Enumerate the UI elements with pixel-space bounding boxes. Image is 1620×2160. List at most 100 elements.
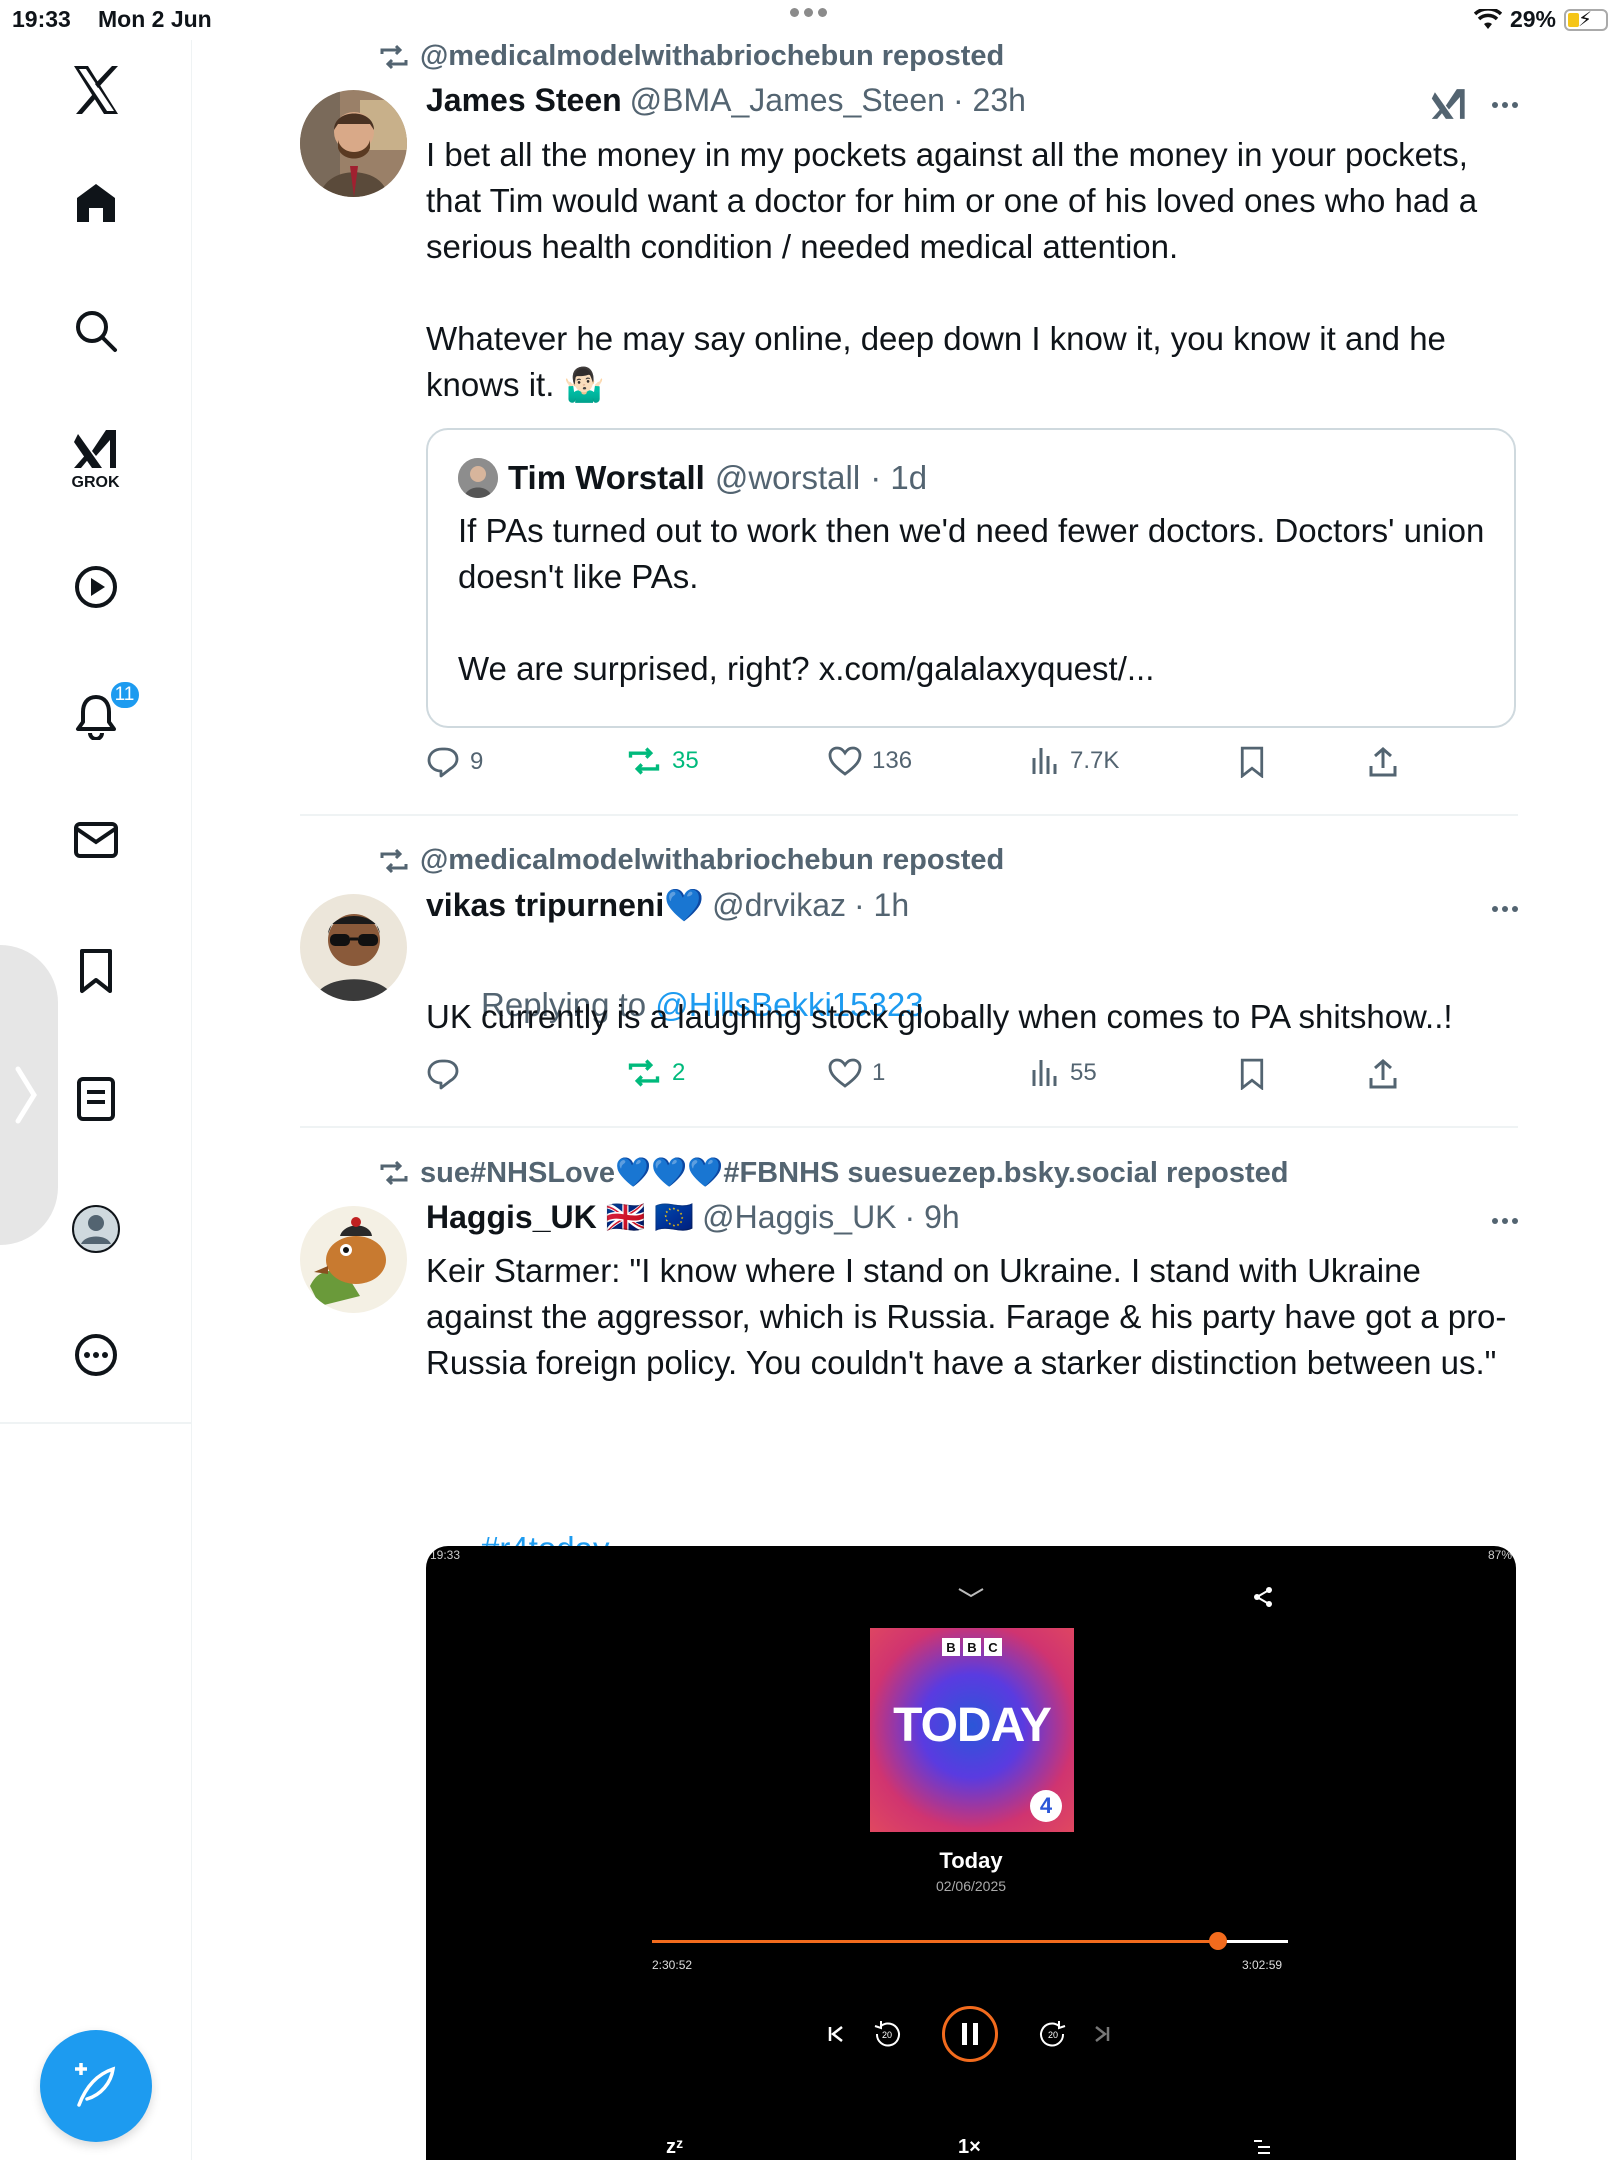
media-status-battery: 87% xyxy=(1487,1548,1512,1562)
quoted-post-time: · 1d xyxy=(870,459,928,496)
author-name[interactable]: Haggis_UK 🇬🇧 🇪🇺 xyxy=(426,1198,694,1236)
rewind-button[interactable]: 20 xyxy=(872,2006,902,2062)
repost-indicator: @medicalmodelwithabriochebun reposted xyxy=(378,844,1004,877)
sidebar-item-more[interactable] xyxy=(73,1332,119,1378)
views-button[interactable]: 7.7K xyxy=(1030,746,1119,776)
avatar-vikas-tripurneni[interactable] xyxy=(300,894,407,1001)
playback-progress-bar[interactable] xyxy=(652,1932,1288,1950)
more-circle-icon xyxy=(74,1334,117,1376)
post-divider xyxy=(300,814,1518,816)
author-handle[interactable]: @drvikaz xyxy=(712,887,846,924)
bookmark-icon xyxy=(1240,1058,1264,1090)
media-status-time: 19:33 xyxy=(430,1548,461,1562)
views-bar-chart-icon xyxy=(1032,1060,1057,1086)
progress-scrubber[interactable] xyxy=(1209,1932,1228,1950)
heart-icon xyxy=(828,1058,862,1088)
quoted-post[interactable]: Tim Worstall @worstall · 1d If PAs turne… xyxy=(426,428,1516,728)
like-button[interactable]: 1 xyxy=(828,1058,885,1088)
post-more-options-icon[interactable] xyxy=(1492,906,1518,912)
profile-avatar-icon xyxy=(71,1205,120,1253)
sidebar-item-video[interactable] xyxy=(73,564,119,610)
post-more-options-icon[interactable] xyxy=(1492,102,1518,108)
forward-button[interactable]: 20 xyxy=(1038,2006,1068,2062)
repost-icon xyxy=(628,1059,660,1087)
share-button[interactable] xyxy=(1368,746,1398,778)
share-nodes-icon[interactable] xyxy=(1252,1586,1274,1608)
battery-percent: 29% xyxy=(1509,6,1556,32)
sidebar-divider xyxy=(0,1422,192,1424)
post-time[interactable]: · 1h xyxy=(854,887,909,924)
bookmark-button[interactable] xyxy=(1238,1058,1266,1090)
sidebar-item-notifications[interactable]: 11 xyxy=(73,680,141,740)
sidebar-item-lists[interactable] xyxy=(76,1076,116,1122)
skip-previous-icon xyxy=(828,2026,843,2042)
collapse-chevron-icon[interactable] xyxy=(956,1586,986,1600)
post-time[interactable]: · 9h xyxy=(905,1199,960,1236)
avatar-james-steen[interactable] xyxy=(300,90,407,197)
author-handle[interactable]: @Haggis_UK xyxy=(702,1199,896,1236)
sleep-timer-button[interactable]: zᶻ xyxy=(666,2136,683,2159)
pause-button[interactable] xyxy=(942,2006,998,2062)
author-name[interactable]: James Steen xyxy=(426,82,622,119)
avatar-tim-worstall xyxy=(458,458,498,498)
svg-text:20: 20 xyxy=(1048,2030,1058,2040)
playback-speed-button[interactable]: 1× xyxy=(958,2136,981,2159)
post-text: UK currently is a laughing stock globall… xyxy=(426,998,1453,1035)
battery-icon: ⚡ xyxy=(1564,8,1608,31)
reply-count: 9 xyxy=(470,748,484,775)
share-icon xyxy=(1369,747,1397,777)
multitasking-dots-icon[interactable] xyxy=(790,8,827,17)
repost-count: 2 xyxy=(672,1059,686,1086)
post-divider xyxy=(300,1126,1518,1128)
sidebar-item-grok[interactable]: GROK xyxy=(72,426,120,492)
sidebar-item-profile[interactable] xyxy=(71,1204,121,1254)
sidebar-expand-handle[interactable] xyxy=(0,945,58,1245)
avatar-haggis-uk[interactable] xyxy=(300,1206,407,1313)
reply-button[interactable]: 9 xyxy=(426,746,483,778)
queue-list-icon[interactable] xyxy=(1252,2138,1272,2156)
mail-icon xyxy=(73,822,118,858)
sidebar-item-bookmarks[interactable] xyxy=(76,948,116,994)
pause-icon xyxy=(962,2023,978,2045)
quoted-post-header: Tim Worstall @worstall · 1d xyxy=(458,458,927,498)
repost-button[interactable]: 2 xyxy=(626,1058,685,1088)
search-icon xyxy=(75,311,117,352)
post-actions: 9 35 136 7.7K xyxy=(426,746,1518,786)
post-header: James Steen @BMA_James_Steen · 23h xyxy=(426,82,1026,119)
status-date: Mon 2 Jun xyxy=(98,6,212,32)
radio4-badge: 4 xyxy=(1030,1790,1062,1822)
repost-icon xyxy=(380,848,408,873)
post-header: Haggis_UK 🇬🇧 🇪🇺 @Haggis_UK · 9h xyxy=(426,1198,960,1236)
repost-button[interactable]: 35 xyxy=(626,746,699,776)
sidebar-item-home[interactable] xyxy=(73,180,119,226)
compose-feather-icon xyxy=(75,2063,116,2107)
post-more-options-icon[interactable] xyxy=(1492,1218,1518,1224)
author-name[interactable]: vikas tripurneni💙 xyxy=(426,886,704,924)
views-bar-chart-icon xyxy=(1032,748,1057,774)
heart-icon xyxy=(828,746,862,776)
repost-count: 35 xyxy=(672,747,699,774)
share-icon xyxy=(1369,1059,1397,1089)
quoted-author-handle: @worstall xyxy=(714,459,861,496)
reply-icon xyxy=(427,1059,459,1090)
skip-previous-button[interactable] xyxy=(826,2006,846,2062)
views-button[interactable]: 55 xyxy=(1030,1058,1097,1088)
skip-next-button[interactable] xyxy=(1092,2006,1112,2062)
elapsed-time: 2:30:52 xyxy=(652,1958,693,1972)
reply-button[interactable] xyxy=(426,1058,470,1090)
grok-explain-icon[interactable] xyxy=(1430,86,1468,122)
quoted-post-text: If PAs turned out to work then we'd need… xyxy=(458,512,1485,687)
post-time[interactable]: · 23h xyxy=(953,82,1026,119)
sidebar-item-messages[interactable] xyxy=(73,820,119,860)
progress-fill xyxy=(652,1940,1219,1943)
repost-icon xyxy=(380,1160,408,1186)
embedded-media-player[interactable]: 19:33 87% BBC TODAY 4 Today 02/06/2025 2… xyxy=(426,1546,1516,2160)
home-icon xyxy=(76,184,115,222)
like-button[interactable]: 136 xyxy=(828,746,912,776)
x-logo-icon[interactable] xyxy=(70,64,122,116)
bookmark-button[interactable] xyxy=(1238,746,1266,778)
sidebar-item-explore[interactable] xyxy=(73,308,119,354)
share-button[interactable] xyxy=(1368,1058,1398,1090)
compose-post-button[interactable] xyxy=(40,2030,152,2142)
author-handle[interactable]: @BMA_James_Steen xyxy=(630,82,945,119)
